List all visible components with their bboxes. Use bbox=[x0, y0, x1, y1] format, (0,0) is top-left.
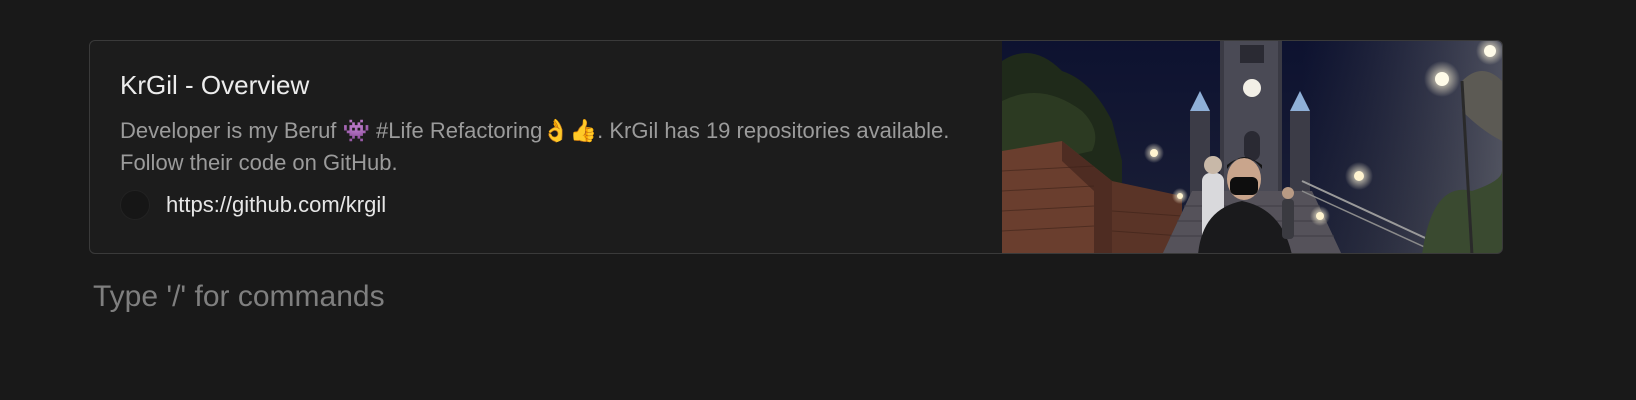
bookmark-title: KrGil - Overview bbox=[120, 70, 310, 100]
bookmark-description: Developer is my Beruf 👾 #Life Refactorin… bbox=[120, 118, 950, 175]
bookmark-url[interactable]: https://github.com/krgil bbox=[166, 192, 386, 218]
bookmark-link-row[interactable]: https://github.com/krgil bbox=[120, 190, 972, 220]
bookmark-card[interactable]: KrGil - Overview Developer is my Beruf 👾… bbox=[89, 40, 1503, 254]
github-favicon-icon bbox=[120, 190, 150, 220]
photo-preview bbox=[1002, 41, 1502, 253]
bookmark-preview-image bbox=[1002, 41, 1502, 253]
editor-placeholder[interactable]: Type '/' for commands bbox=[93, 280, 385, 314]
bookmark-text-area: KrGil - Overview Developer is my Beruf 👾… bbox=[90, 41, 1002, 253]
